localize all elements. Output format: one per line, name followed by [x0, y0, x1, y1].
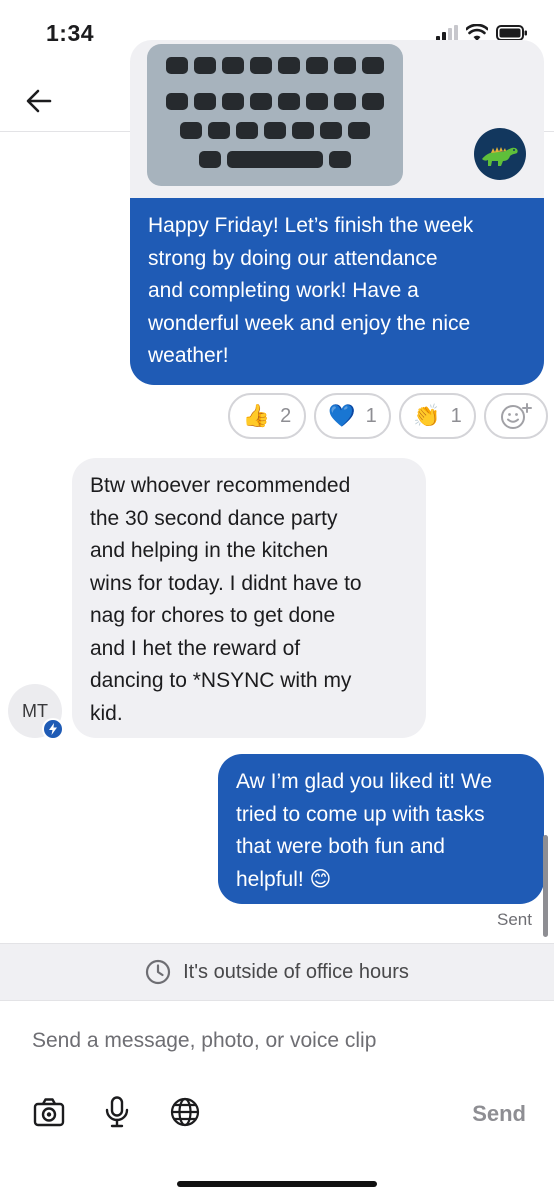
clock-icon	[145, 959, 171, 985]
message-text-line: Btw whoever recommended	[90, 474, 351, 497]
blue-heart-icon: 💙	[328, 403, 356, 428]
key	[348, 122, 370, 139]
home-indicator[interactable]	[177, 1181, 377, 1187]
spacebar-key	[227, 151, 323, 168]
message-text-line: wins for today. I didnt have to	[90, 571, 362, 595]
message-text-line: kid.	[90, 701, 123, 725]
globe-icon	[170, 1097, 200, 1127]
reaction-clapping-hands[interactable]: 👏 1	[399, 393, 476, 439]
key	[278, 93, 300, 110]
message-status: Sent	[497, 910, 532, 929]
message-text-line: and completing work! Have a	[148, 279, 419, 302]
key	[236, 122, 258, 139]
message-bubble-outgoing[interactable]: Aw I’m glad you liked it! We tried to co…	[218, 754, 544, 904]
key	[166, 57, 188, 74]
message-text-line: Aw I’m glad you liked it! We	[236, 770, 492, 793]
message-text-line: tried to come up with tasks	[236, 802, 485, 826]
reaction-count: 1	[450, 404, 462, 427]
camera-button[interactable]	[32, 1095, 66, 1129]
message-text-line: the 30 second dance party	[90, 506, 338, 530]
message-input[interactable]	[0, 1017, 554, 1065]
key	[334, 57, 356, 74]
key	[334, 93, 356, 110]
key	[166, 93, 188, 110]
message-composer: Send	[0, 1001, 554, 1200]
message-text-line: dancing to *NSYNC with my	[90, 669, 352, 692]
key	[180, 122, 202, 139]
reaction-count: 2	[280, 404, 292, 427]
key	[250, 93, 272, 110]
key	[306, 57, 328, 74]
avatar-initials: MT	[22, 700, 48, 721]
dinosaur-icon	[482, 147, 518, 166]
camera-icon	[33, 1098, 65, 1127]
clapping-hands-icon: 👏	[413, 403, 441, 428]
message-text-line: that were both fun and	[236, 835, 445, 858]
key	[250, 57, 272, 74]
message-text-line: strong by doing our attendance	[148, 246, 438, 270]
key	[222, 57, 244, 74]
thumbs-up-icon: 👍	[242, 403, 271, 428]
keyboard-image[interactable]	[147, 44, 403, 186]
message-text-line: wonderful week and enjoy the nice	[148, 311, 471, 335]
reaction-bar: 👍 2 💙 1 👏 1	[228, 393, 548, 439]
key	[362, 57, 384, 74]
message-bubble-incoming[interactable]: Btw whoever recommended the 30 second da…	[72, 458, 426, 738]
microphone-icon	[105, 1096, 129, 1128]
key	[320, 122, 342, 139]
lightning-icon	[49, 723, 57, 735]
key	[208, 122, 230, 139]
message-text-line: helpful! 😊	[236, 867, 332, 891]
reaction-blue-heart[interactable]: 💙 1	[314, 393, 391, 439]
scrollbar[interactable]	[543, 835, 548, 937]
message-text-line: and helping in the kitchen	[90, 539, 329, 562]
key	[222, 93, 244, 110]
key	[264, 122, 286, 139]
message-bubble-outgoing[interactable]: Happy Friday! Let’s finish the week stro…	[130, 198, 544, 385]
send-button[interactable]: Send	[472, 1101, 526, 1127]
reaction-thumbs-up[interactable]: 👍 2	[228, 393, 306, 439]
message-text-line: nag for chores to get done	[90, 604, 336, 627]
key	[292, 122, 314, 139]
translate-button[interactable]	[168, 1095, 202, 1129]
key	[306, 93, 328, 110]
key	[199, 151, 221, 168]
lightning-badge	[42, 718, 64, 740]
message-text-line: and I het the reward of	[90, 636, 301, 660]
message-text-line: Happy Friday! Let’s finish the week	[148, 214, 474, 237]
office-hours-banner: It's outside of office hours	[0, 943, 554, 1001]
message-thread[interactable]: Happy Friday! Let’s finish the week stro…	[0, 0, 554, 942]
office-hours-text: It's outside of office hours	[183, 960, 409, 983]
key	[278, 57, 300, 74]
key	[329, 151, 351, 168]
reaction-count: 1	[365, 404, 377, 427]
message-text-line: weather!	[148, 344, 229, 367]
avatar[interactable]: MT	[8, 684, 64, 740]
add-reaction-button[interactable]	[484, 393, 548, 439]
add-reaction-icon	[501, 403, 532, 429]
key	[194, 57, 216, 74]
sender-avatar[interactable]	[474, 128, 526, 180]
key	[362, 93, 384, 110]
key	[194, 93, 216, 110]
microphone-button[interactable]	[100, 1095, 134, 1129]
